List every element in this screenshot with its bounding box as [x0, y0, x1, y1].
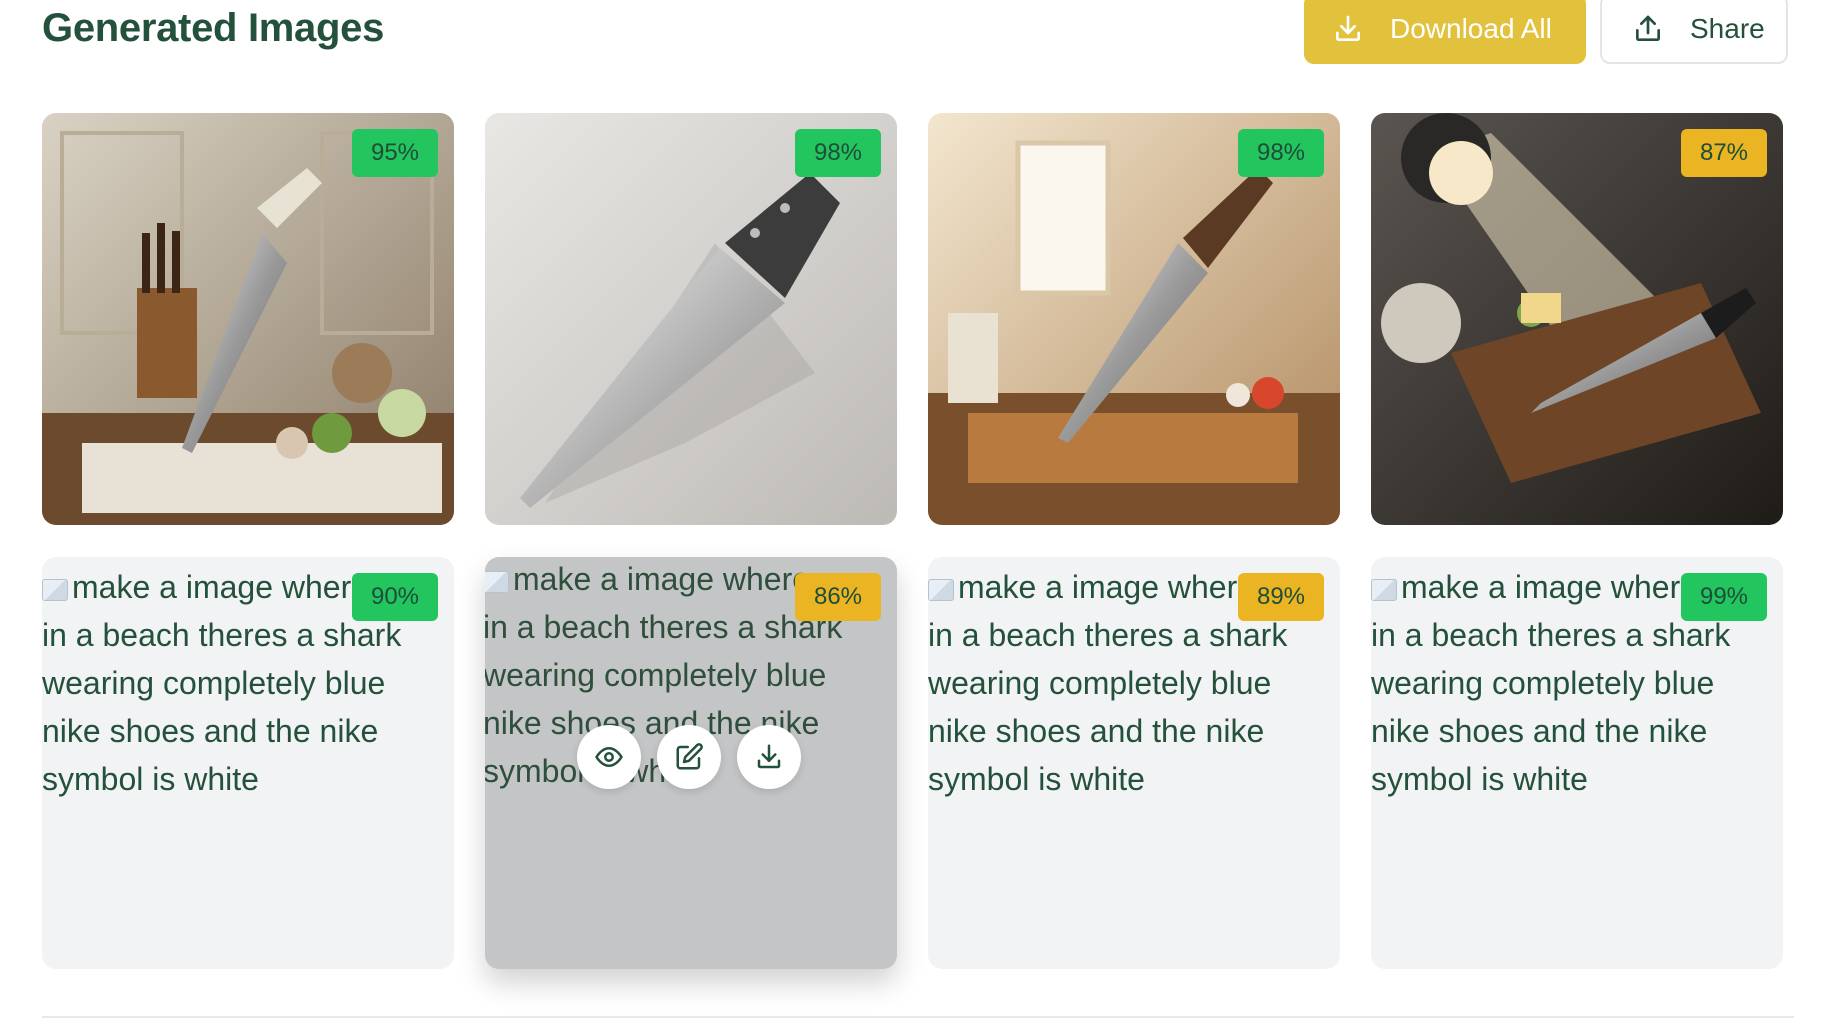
- match-score-badge: 86%: [795, 573, 881, 621]
- eye-icon: [595, 747, 623, 767]
- page-title: Generated Images: [42, 6, 385, 50]
- download-all-button[interactable]: Download All: [1304, 0, 1586, 64]
- broken-image-icon: [485, 571, 509, 593]
- image-card[interactable]: 95%: [42, 113, 454, 525]
- image-actions: [577, 725, 801, 789]
- match-score-badge: 89%: [1238, 573, 1324, 621]
- image-card[interactable]: make a image where in a beach theres a s…: [1371, 557, 1783, 969]
- image-card[interactable]: make a image where in a beach theres a s…: [42, 557, 454, 969]
- page-header: Generated Images Download All Share: [42, 0, 1794, 64]
- broken-image-icon: [928, 579, 954, 601]
- download-icon: [757, 744, 781, 769]
- match-score-badge: 90%: [352, 573, 438, 621]
- match-score-badge: 98%: [1238, 129, 1324, 177]
- share-icon: [1636, 15, 1660, 41]
- view-button[interactable]: [577, 725, 641, 789]
- image-alt-text: make a image where in a beach theres a s…: [928, 569, 1288, 797]
- broken-image-icon: [1371, 579, 1397, 601]
- image-card[interactable]: 98%: [928, 113, 1340, 525]
- image-card[interactable]: 87%: [1371, 113, 1783, 525]
- broken-image-icon: [42, 579, 68, 601]
- image-alt-text: make a image where in a beach theres a s…: [1371, 569, 1731, 797]
- image-card-hovered[interactable]: make a image where in a beach theres a s…: [485, 557, 897, 969]
- share-label: Share: [1690, 13, 1765, 44]
- divider: [42, 1016, 1794, 1018]
- match-score-badge: 87%: [1681, 129, 1767, 177]
- match-score-badge: 99%: [1681, 573, 1767, 621]
- match-score-badge: 98%: [795, 129, 881, 177]
- image-alt-text: make a image where in a beach theres a s…: [42, 569, 402, 797]
- download-button[interactable]: [737, 725, 801, 789]
- edit-icon: [676, 743, 703, 770]
- download-icon: [1336, 15, 1360, 41]
- share-button[interactable]: Share: [1600, 0, 1788, 64]
- image-card[interactable]: 98%: [485, 113, 897, 525]
- download-all-label: Download All: [1390, 13, 1552, 44]
- edit-button[interactable]: [657, 725, 721, 789]
- match-score-badge: 95%: [352, 129, 438, 177]
- image-card[interactable]: make a image where in a beach theres a s…: [928, 557, 1340, 969]
